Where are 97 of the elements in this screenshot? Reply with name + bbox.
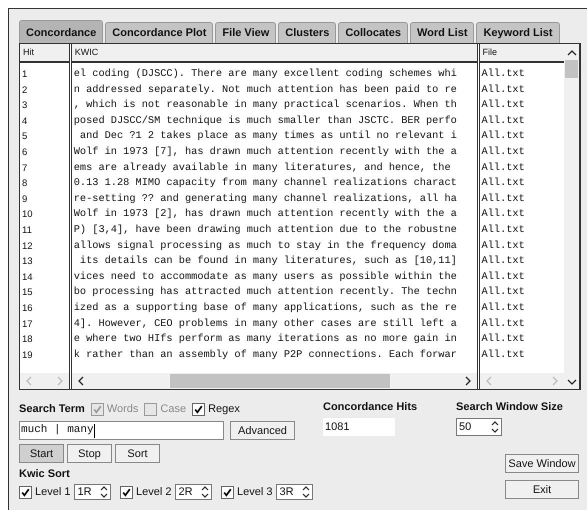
table-cell-text: All.txt xyxy=(480,98,526,114)
checkbox[interactable] xyxy=(120,486,133,498)
tab[interactable]: Word List xyxy=(410,22,474,43)
table-cell-text: e where two HIfs perform as many iterations as no more gain in xyxy=(72,332,458,348)
table-cell-text: All.txt xyxy=(480,82,526,98)
tab[interactable]: Clusters xyxy=(278,22,336,43)
table-cell-text: 12 xyxy=(21,240,34,254)
table-cell-text: n addressed separately. Not much attention has been paid to re xyxy=(72,82,458,98)
table-cell-text: All.txt xyxy=(480,332,526,348)
column-header[interactable]: KWIC xyxy=(72,44,477,63)
checkbox-label: Level 3 xyxy=(237,486,272,498)
table-cell-text: 14 xyxy=(21,270,34,285)
checkbox-label: Words xyxy=(106,403,138,415)
window-button[interactable]: Save Window xyxy=(505,454,579,473)
table-cell-text: its details can be found in many literatures, such as [10,11] xyxy=(78,254,458,270)
table-cell-text: posed DJSCC/SM technique is much smaller than JSCTC. BER perfo xyxy=(72,114,458,129)
level-spinner[interactable]: 2R xyxy=(175,484,212,500)
table-cell-text: bo processing has attracted much attention recently. The techn xyxy=(72,285,458,300)
table-cell-text: , which is not reasonable in many practical scenarios. When th xyxy=(72,98,458,114)
level-spinner[interactable]: 3R xyxy=(276,484,313,500)
table-cell-text: 9 xyxy=(21,192,28,207)
tab[interactable]: Keyword List xyxy=(476,22,560,43)
table-cell-text: 4]. However, CEO problems in many other cases are still left a xyxy=(72,316,458,332)
tab[interactable]: Concordance Plot xyxy=(105,22,214,43)
table-cell-text: All.txt xyxy=(480,300,526,316)
checkbox-label: Case xyxy=(160,403,186,415)
scrollbar-thumb[interactable] xyxy=(565,60,578,78)
table-cell-text: All.txt xyxy=(480,285,526,300)
advanced-button[interactable]: Advanced xyxy=(230,421,295,440)
vertical-scrollbar[interactable] xyxy=(564,44,579,389)
table-cell-text: 4 xyxy=(21,114,28,129)
field-label: Search Term xyxy=(19,403,85,415)
field-label: Search Window Size xyxy=(456,401,564,413)
table-cell-text: All.txt xyxy=(480,67,526,82)
table-cell-text: 3 xyxy=(21,99,28,114)
checkbox[interactable] xyxy=(221,486,234,498)
table-cell-text: All.txt xyxy=(480,176,526,192)
window-size-spinner[interactable]: 50 xyxy=(456,418,502,436)
action-button[interactable]: Start xyxy=(19,444,64,463)
table-cell-text: 2 xyxy=(21,84,28,98)
hits-count: 1081 xyxy=(323,418,395,436)
table-cell-text: All.txt xyxy=(480,207,526,222)
table-cell-text: All.txt xyxy=(480,316,526,332)
checkbox[interactable] xyxy=(192,402,206,416)
table-cell-text: 15 xyxy=(21,286,34,300)
search-term-field[interactable]: much | many xyxy=(19,421,224,440)
table-cell-text: All.txt xyxy=(480,144,526,160)
checkbox-label: Level 1 xyxy=(35,486,70,498)
table-cell-text: 13 xyxy=(21,255,34,270)
table-cell-text: 8 xyxy=(21,177,28,192)
table-cell-text: 0.13 1.28 MIMO capacity from many channel realizations charact xyxy=(72,176,458,192)
table-cell-text: re-setting ?? and generating many channel realizations, all ha xyxy=(72,192,458,207)
table-cell-text: All.txt xyxy=(480,160,526,176)
scrollbar-thumb[interactable] xyxy=(170,374,390,388)
column-header[interactable]: Hit xyxy=(20,44,69,63)
tab[interactable]: File View xyxy=(215,22,276,43)
table-cell-text: All.txt xyxy=(480,348,526,363)
table-cell-text: ems are already available in many literatures, and hence, the xyxy=(72,160,452,176)
table-cell-text: 16 xyxy=(21,302,34,316)
table-cell-text: All.txt xyxy=(480,270,526,285)
table-cell-text: All.txt xyxy=(480,114,526,129)
table-cell-text: and Dec ?1 2 takes place as many times as until no relevant i xyxy=(78,129,458,144)
action-button[interactable]: Stop xyxy=(67,444,112,463)
table-cell-text: All.txt xyxy=(480,192,526,207)
table-cell-text: 17 xyxy=(21,318,34,332)
table-cell-text: All.txt xyxy=(480,238,526,254)
action-button[interactable]: Sort xyxy=(115,444,160,463)
table-cell-text: 10 xyxy=(21,208,34,222)
tab[interactable]: Collocates xyxy=(338,22,408,43)
field-label: Concordance Hits xyxy=(323,401,418,413)
table-cell-text: All.txt xyxy=(480,129,526,144)
table-cell-text: All.txt xyxy=(480,222,526,238)
window-button[interactable]: Exit xyxy=(505,480,579,499)
section-label: Kwic Sort xyxy=(19,468,71,480)
table-cell-text: vices need to accommodate as many users as possible within the xyxy=(72,270,458,285)
table-cell-text: ized as a supporting base of many applications, such as the re xyxy=(72,300,458,316)
table-cell-text: Wolf in 1973 [2], has drawn much attention recently with the a xyxy=(72,207,458,222)
table-cell-text: Wolf in 1973 [7], has drawn much attention recently with the a xyxy=(72,144,458,160)
table-cell-text: P) [3,4], have been drawing much attention due to the robustne xyxy=(72,222,458,238)
table-cell-text: 18 xyxy=(21,333,34,348)
table-cell-text: 6 xyxy=(21,146,28,160)
checkbox-label: Regex xyxy=(208,403,240,415)
table-cell-text: 11 xyxy=(21,224,33,238)
table-cell-text: 5 xyxy=(21,130,28,144)
level-spinner[interactable]: 1R xyxy=(74,484,111,500)
checkbox[interactable] xyxy=(19,486,32,498)
table-cell-text: 19 xyxy=(21,348,34,363)
table-cell-text: 7 xyxy=(21,162,28,176)
table-cell-text: k rather than an assembly of many P2P connections. Each forwar xyxy=(72,348,458,363)
table-cell-text: allows signal processing as much to stay in the frequency doma xyxy=(72,238,458,254)
table-cell-text: el coding (DJSCC). There are many excellent coding schemes whi xyxy=(72,67,458,82)
table-cell-text: All.txt xyxy=(480,254,526,270)
tab[interactable]: Concordance xyxy=(19,20,104,43)
horizontal-scrollbar[interactable] xyxy=(72,373,477,389)
column-header[interactable]: File xyxy=(480,44,564,63)
checkbox-label: Level 2 xyxy=(136,486,172,498)
table-cell-text: 1 xyxy=(21,68,28,82)
